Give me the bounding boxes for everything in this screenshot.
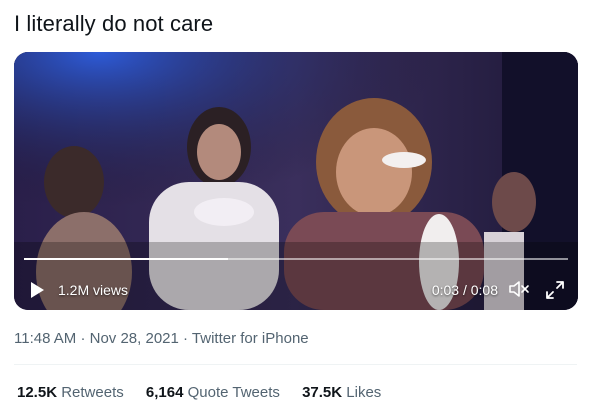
likes-count: 37.5K — [302, 384, 343, 401]
retweets-label: Retweets — [61, 384, 124, 401]
tweet-meta: 11:48 AM · Nov 28, 2021 · Twitter for iP… — [14, 330, 309, 347]
tweet-time: 11:48 AM — [14, 330, 77, 347]
progress-fill — [24, 258, 228, 260]
play-button[interactable] — [29, 281, 45, 299]
retweets-stat[interactable]: 12.5K Retweets — [17, 384, 124, 401]
volume-muted-icon — [509, 281, 529, 297]
tweet-timestamp-link[interactable]: 11:48 AM · Nov 28, 2021 — [14, 330, 179, 347]
video-time: 0:03 / 0:08 — [431, 282, 498, 298]
expand-button[interactable] — [544, 279, 566, 301]
meta-separator: · — [80, 330, 86, 347]
tweet-source-link[interactable]: Twitter for iPhone — [192, 330, 309, 347]
tweet-stats: 12.5K Retweets 6,164 Quote Tweets 37.5K … — [17, 384, 399, 401]
video-player[interactable]: 1.2M views 0:03 / 0:08 — [14, 52, 578, 310]
progress-bar[interactable] — [24, 258, 568, 260]
play-icon — [31, 282, 44, 298]
retweets-count: 12.5K — [17, 384, 58, 401]
likes-label: Likes — [346, 384, 382, 401]
quote-tweets-count: 6,164 — [145, 384, 184, 401]
divider — [14, 364, 577, 365]
meta-separator: · — [183, 330, 189, 347]
tweet-date: Nov 28, 2021 — [89, 330, 179, 347]
mute-button[interactable] — [508, 279, 530, 299]
view-count: 1.2M views — [58, 282, 129, 298]
expand-icon — [546, 281, 564, 299]
quote-tweets-label: Quote Tweets — [187, 384, 280, 401]
likes-stat[interactable]: 37.5K Likes — [302, 384, 381, 401]
video-frame — [14, 52, 578, 310]
quote-tweets-stat[interactable]: 6,164 Quote Tweets — [146, 384, 280, 401]
tweet-text: I literally do not care — [14, 11, 214, 36]
